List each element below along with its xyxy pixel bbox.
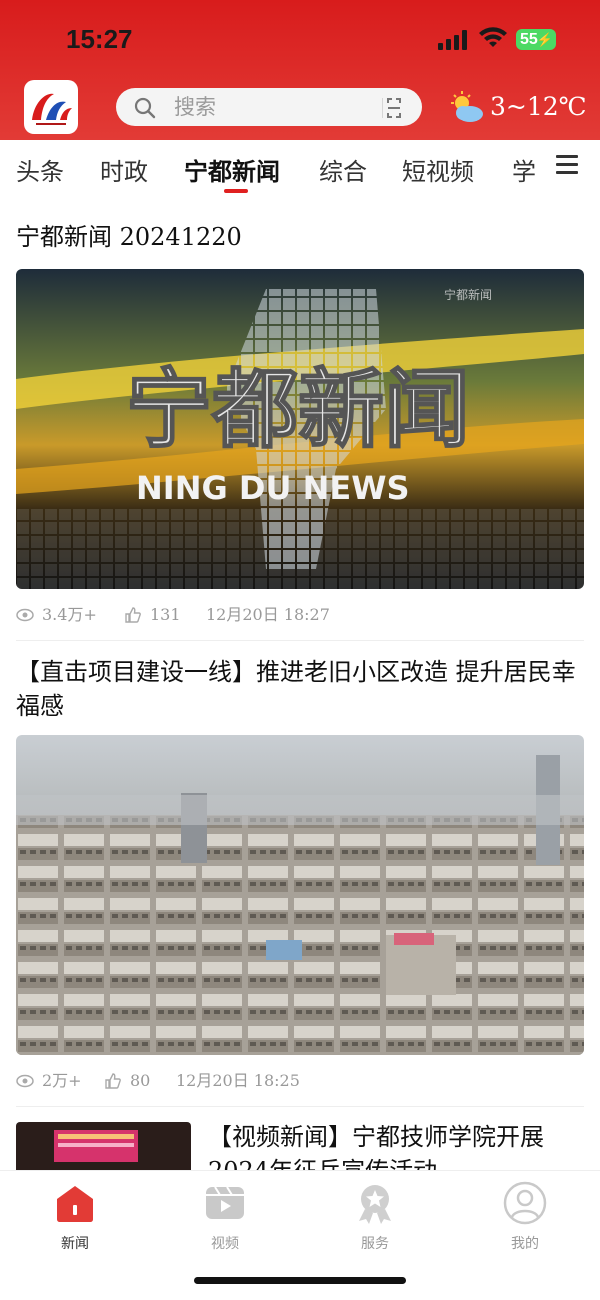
partly-cloudy-icon <box>451 91 483 122</box>
cover-watermark: 宁都新闻 <box>444 287 492 302</box>
service-icon <box>359 1185 391 1224</box>
home-indicator <box>194 1277 406 1284</box>
cellular-signal-icon <box>438 30 470 50</box>
search-icon <box>134 97 156 119</box>
tab-short-video[interactable]: 短视频 <box>402 152 474 187</box>
scan-icon[interactable] <box>382 97 406 119</box>
tab-politics[interactable]: 时政 <box>100 152 148 187</box>
article-meta: 2万+ 80 12月20日 18:25 <box>16 1069 584 1093</box>
battery-level: 55 <box>520 31 538 48</box>
news-cover-graphic: 宁都新闻 NING DU NEWS 宁都新闻 <box>16 269 584 589</box>
article-meta: 3.4万+ 131 12月20日 18:27 <box>16 603 584 627</box>
status-bar: 15:27 55 ⚡ <box>0 0 600 80</box>
tab-ningdu-news[interactable]: 宁都新闻 <box>184 152 280 187</box>
article-cover-image[interactable]: 宁都新闻 NING DU NEWS 宁都新闻 <box>16 269 584 589</box>
nav-profile[interactable]: 我的 <box>485 1181 565 1253</box>
nav-service[interactable]: 服务 <box>335 1181 415 1253</box>
article-title[interactable]: 宁都新闻 20241220 <box>16 220 242 254</box>
logo-icon <box>32 93 72 125</box>
cover-subtitle: NING DU NEWS <box>136 469 410 507</box>
article-cover-image[interactable] <box>16 735 584 1055</box>
wifi-icon <box>479 27 507 47</box>
nav-label: 视频 <box>211 1236 239 1252</box>
like-count: 80 <box>130 1071 151 1090</box>
view-count: 3.4万+ <box>42 605 97 624</box>
tab-general[interactable]: 综合 <box>319 152 367 187</box>
charging-icon: ⚡ <box>536 32 553 47</box>
nav-label: 我的 <box>511 1236 539 1252</box>
app-header: 15:27 55 ⚡ 搜索 3~12℃ <box>0 0 600 140</box>
profile-icon <box>503 1181 547 1225</box>
divider <box>16 1106 584 1107</box>
nav-news[interactable]: 新闻 <box>35 1181 115 1253</box>
view-count-icon <box>16 608 34 622</box>
weather-widget[interactable]: 3~12℃ <box>446 90 587 126</box>
aerial-city-photo <box>16 735 584 1055</box>
menu-icon[interactable] <box>556 155 578 177</box>
publish-date: 12月20日 18:25 <box>176 1071 300 1090</box>
like-count: 131 <box>150 605 181 624</box>
article-title[interactable]: 【直击项目建设一线】推进老旧小区改造 提升居民幸福感 <box>16 655 584 723</box>
nav-label: 新闻 <box>61 1236 89 1252</box>
divider <box>16 640 584 641</box>
nav-video[interactable]: 视频 <box>185 1181 265 1253</box>
news-icon <box>57 1186 93 1222</box>
view-count-icon <box>16 1074 34 1088</box>
tab-headlines[interactable]: 头条 <box>16 152 64 187</box>
video-icon <box>206 1186 244 1219</box>
battery-indicator: 55 ⚡ <box>516 29 556 50</box>
like-icon[interactable] <box>104 1072 122 1090</box>
cover-title: 宁都新闻 <box>126 360 470 460</box>
view-count: 2万+ <box>42 1071 82 1090</box>
tab-study[interactable]: 学 <box>512 152 536 187</box>
category-tabs: 头条 时政 宁都新闻 综合 短视频 学 <box>0 140 600 196</box>
weather-temperature: 3~12℃ <box>490 92 587 121</box>
search-bar[interactable]: 搜索 <box>116 88 422 126</box>
nav-label: 服务 <box>361 1236 389 1252</box>
publish-date: 12月20日 18:27 <box>206 605 330 624</box>
search-placeholder: 搜索 <box>174 95 216 119</box>
like-icon[interactable] <box>124 606 142 624</box>
app-logo[interactable] <box>24 80 78 134</box>
active-tab-indicator <box>224 189 248 193</box>
status-time: 15:27 <box>66 24 133 54</box>
